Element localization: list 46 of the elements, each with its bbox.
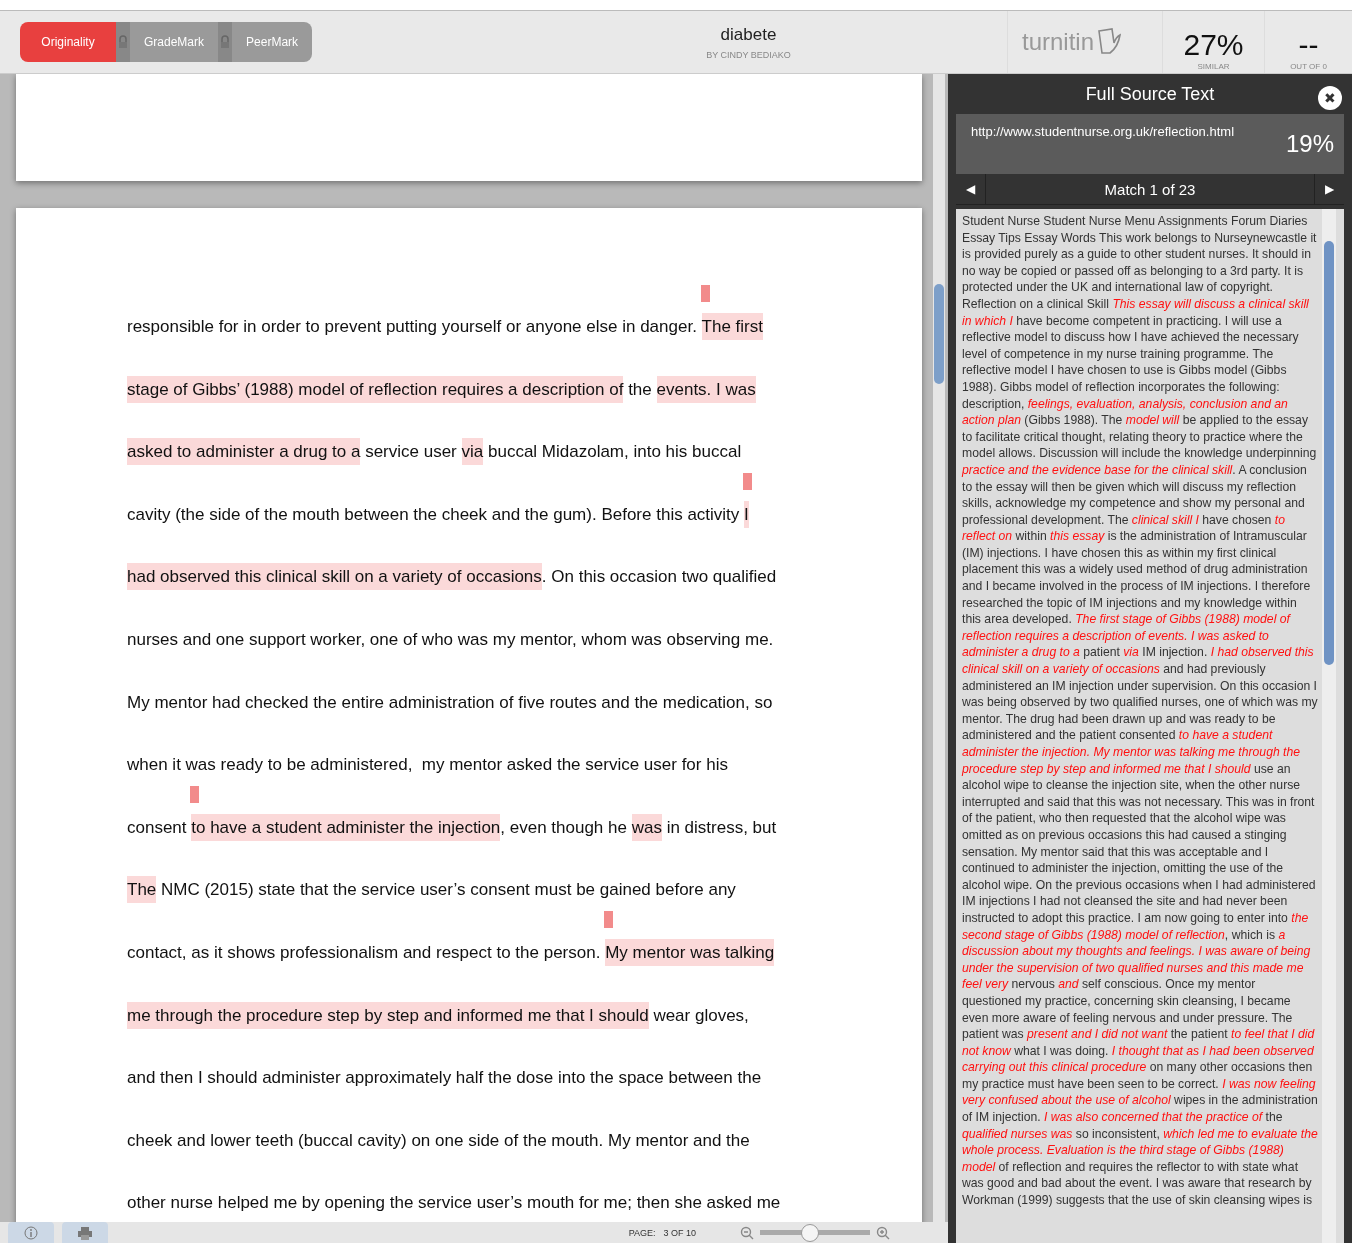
- essay-line: when it was ready to be administered, my mentor asked the service user for his: [127, 754, 728, 777]
- info-icon: [24, 1225, 38, 1240]
- essay-line: other nurse helped me by opening the service user’s mouth for me; then she asked me: [127, 1192, 781, 1215]
- brand-logo: turnitin: [1022, 28, 1095, 56]
- essay-line: contact, as it shows professionalism and respect to the person. My mentor was talking: [127, 940, 775, 965]
- match-marker-icon[interactable]: [604, 910, 614, 928]
- source-url[interactable]: http://www.studentnurse.org.uk/reflection.html: [971, 124, 1234, 174]
- essay-line: had observed this clinical skill on a variety of occasions. On this occasion two qualified: [127, 565, 777, 590]
- essay-line: The NMC (2015) state that the service user’s consent must be gained before any: [127, 878, 736, 903]
- essay-line: stage of Gibbs’ (1988) model of reflection requires a description of the events. I was: [127, 377, 756, 402]
- scroll-thumb[interactable]: [934, 284, 944, 384]
- document-title: diabete: [719, 24, 778, 45]
- similarity-label: SIMILAR: [1196, 62, 1231, 71]
- zoom-in-icon[interactable]: [876, 1225, 890, 1240]
- essay-line: me through the procedure step by step and informed me that I should wear gloves,: [127, 1003, 749, 1028]
- essay-line: and then I should administer approximately half the dose into the space between the: [127, 1067, 762, 1090]
- essay-line: responsible for in order to prevent putting yourself or anyone else in danger. The first: [127, 315, 763, 339]
- author-name: BY CINDY BEDIAKO: [705, 49, 792, 60]
- essay-line: My mentor had checked the entire administration of five routes and the medication, so: [127, 691, 773, 714]
- essay-line: nurses and one support worker, one of who was my mentor, whom was observing me.: [127, 628, 774, 651]
- zoom-out-icon[interactable]: [740, 1225, 754, 1240]
- scrollbar[interactable]: [1322, 209, 1336, 1243]
- page-number: 3 OF 10: [663, 1227, 696, 1238]
- essay-line: asked to administer a drug to a service user via buccal Midazolam, into his buccal: [127, 440, 742, 465]
- match-marker-icon[interactable]: [743, 472, 753, 490]
- panel-title: Full Source Text: [1085, 83, 1215, 105]
- scrollbar[interactable]: [933, 74, 945, 1222]
- scroll-thumb[interactable]: [1324, 241, 1334, 665]
- printer-icon: [77, 1225, 93, 1240]
- close-button[interactable]: ✖: [1318, 86, 1342, 110]
- mode-tab[interactable]: Originality: [20, 22, 116, 62]
- source-text: Student Nurse Student Nurse Menu Assignments Forum Diaries Essay Tips Essay Words This work belongs to Nurseynewcastle it is provided purely as a guide to other student nurses. It should in no way be copied or passed off as belonging to a 3rd party. It is protected under the UK and international law of copyright. Reflection on a clinical Skill This essay will discuss a clinical skill in which I have become competent in practicing. I will use a reflective model to discuss how I have achieved the necessary level of competence in my nurse training programme. The reflective model I have chosen to use is Gibbs model (Gibbs 1988). Gibbs model of reflection incorporates the following: description, feelings, evaluation, analysis, conclusion and an action plan (Gibbs 1988). The model will be applied to the essay to facilitate critical thought, relating theory to practice where the model allows. Discussion will include the knowledge underpinning practice and the evidence base for the clinical skill. A conclusion to the essay will then be given which will discuss my reflection skills, acknowledge my competence and show my personal and professional development. The clinical skill I have chosen to reflect on within this essay is the administration of Intramuscular (IM) injections. I have chosen this as within my first clinical placement this was a widely used method of drug administration and I became involved in the process of IM injections. I therefore researched the topic of IM injections and my knowledge within this area developed. The first stage of Gibbs (1988) model of reflection requires a description of events. I was asked to administer a drug to a patient via IM injection. I had observed this clinical skill on a variety of occasions and had previously administered an IM injection under supervision. On this occasion I was being observed by two qualified nurses, one of which was my mentor. The drug had been drawn up and was ready to be administered and the patient consented to have a student administer the injection. My mentor was talking me through the procedure step by step and informed me that I should use an alcohol wipe to cleanse the injection site, when the other nurse interrupted and said that this was not necessary. This was in front of the patient, who then requested that the alcohol wipe was omitted as on previous occasions this had caused a stinging sensation. My mentor said that this was acceptable and I continued to administer the injection, omitting the use of the alcohol wipe. On the previous occasions when I had administered IM injections I had not cleansed the site and had never been instructed to adopt this practice. I am now going to enter into the second stage of Gibbs (1988) model of reflection, which is a discussion about my thoughts and feelings. I was aware of being under the supervision of two qualified nurses and this made me feel very nervous and self conscious. Once my mentor questioned my practice, concerning skin cleansing, I became even more aware of feeling nervous and under pressure. The patient was present and I did not want the patient to feel that I did not know what I was doing. I thought that as I had been observed carrying out this clinical procedure on many other occasions then my practice must have been seen to be correct. I was now feeling very confused about the use of alcohol wipes in the administration of IM injection. I was also concerned that the practice of the qualified nurses was so inconsistent, which led me to evaluate the whole process. Evaluation is the third stage of Gibbs (1988) model of reflection and requires the reflector to with state what was good and bad about the event. I was aware that research by Workman (1999) suggests that the use of skin cleansing wipes is: [960, 213, 1319, 1210]
- match-counter: Match 1 of 23: [1103, 180, 1197, 198]
- match-marker-icon[interactable]: [190, 785, 200, 803]
- similarity-score: 27%: [1182, 28, 1245, 62]
- essay-line: cheek and lower teeth (buccal cavity) on one side of the mouth. My mentor and the: [127, 1129, 750, 1152]
- match-marker-icon[interactable]: [700, 285, 710, 302]
- essay-line: cavity (the side of the mouth between the cheek and the gum). Before this activity I: [127, 502, 749, 527]
- print-button[interactable]: [62, 1222, 108, 1243]
- hand-logo-icon: [1096, 27, 1123, 57]
- grade-label: OUT OF 0: [1289, 62, 1328, 71]
- source-percent: 19%: [1285, 130, 1334, 159]
- page-label: PAGE:: [628, 1227, 656, 1238]
- info-button[interactable]: [8, 1222, 54, 1243]
- slider-thumb[interactable]: [800, 1223, 819, 1242]
- grade-score: --: [1297, 28, 1320, 62]
